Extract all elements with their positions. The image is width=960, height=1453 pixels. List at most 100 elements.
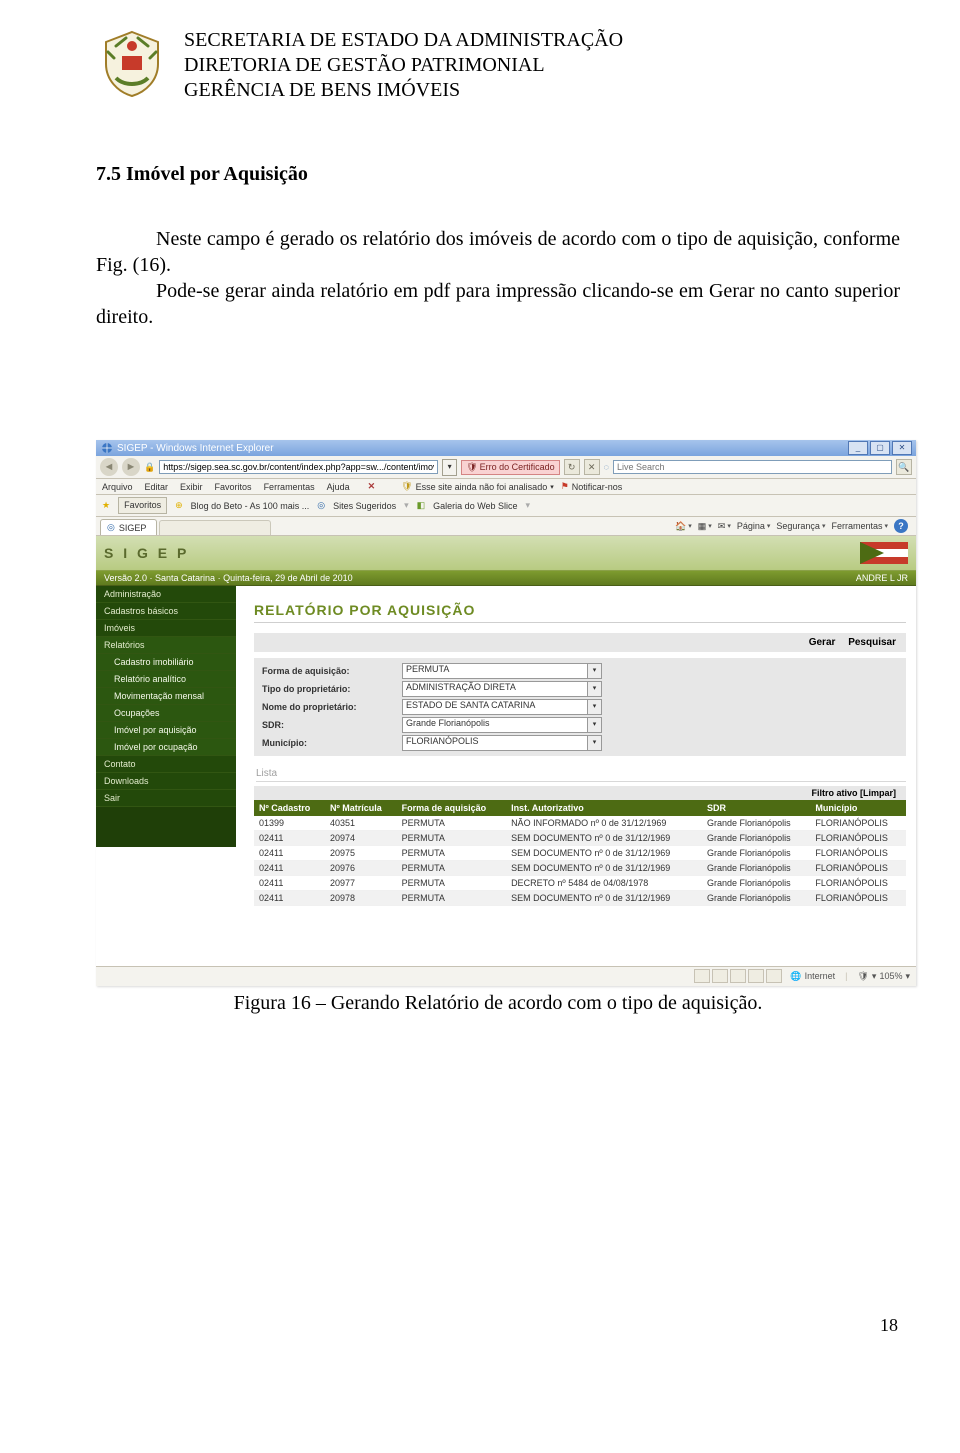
col-header[interactable]: Forma de aquisição — [397, 800, 506, 816]
minimize-button[interactable]: _ — [848, 441, 868, 455]
url-input[interactable] — [159, 460, 438, 474]
search-go-button[interactable]: 🔍 — [896, 459, 912, 475]
table-row[interactable]: 0241120976PERMUTASEM DOCUMENTO nº 0 de 3… — [254, 861, 906, 876]
sidebar-subitem[interactable]: Imóvel por ocupação — [96, 739, 236, 756]
state-crest-icon — [96, 28, 168, 100]
form-label: Nome do proprietário: — [262, 702, 402, 712]
new-tab-slot[interactable] — [159, 520, 271, 535]
ie-menu-item[interactable]: Ajuda — [327, 482, 350, 492]
browser-tab[interactable]: ◎ SIGEP — [100, 519, 157, 535]
forward-button[interactable]: ► — [122, 458, 140, 476]
forma-select[interactable]: PERMUTA▾ — [402, 663, 602, 679]
sidebar-item[interactable]: Sair — [96, 790, 236, 807]
filter-form: Forma de aquisição: PERMUTA▾ Tipo do pro… — [254, 658, 906, 756]
table-cell: FLORIANÓPOLIS — [810, 861, 906, 876]
ie-menu-item[interactable]: Editar — [145, 482, 169, 492]
ie-menu-item[interactable]: Exibir — [180, 482, 203, 492]
gerar-button[interactable]: Gerar — [809, 637, 836, 648]
pesquisar-button[interactable]: Pesquisar — [848, 637, 896, 648]
letterhead-line2: DIRETORIA DE GESTÃO PATRIMONIAL — [184, 53, 623, 78]
table-row[interactable]: 0241120975PERMUTASEM DOCUMENTO nº 0 de 3… — [254, 846, 906, 861]
security-menu[interactable]: Segurança▾ — [776, 521, 825, 531]
table-cell: 01399 — [254, 816, 325, 831]
security-notify-link[interactable]: Notificar-nos — [572, 482, 623, 492]
table-row[interactable]: 0241120974PERMUTASEM DOCUMENTO nº 0 de 3… — [254, 831, 906, 846]
sidebar-item[interactable]: Cadastros básicos — [96, 603, 236, 620]
chevron-down-icon: ▾ — [587, 682, 601, 696]
help-button[interactable]: ? — [894, 519, 908, 533]
ie-tab-row: ◎ SIGEP 🏠▾ ▦▾ ✉▾ Página▾ Segurança▾ Ferr… — [96, 517, 916, 536]
security-warn-text: Esse site ainda não foi analisado — [416, 482, 548, 492]
zoom-value: 105% — [879, 971, 902, 981]
col-header[interactable]: Inst. Autorizativo — [506, 800, 702, 816]
cert-error-badge[interactable]: 🛡 Erro do Certificado — [461, 460, 559, 475]
table-cell: 02411 — [254, 846, 325, 861]
ie-menu-item[interactable]: Favoritos — [215, 482, 252, 492]
favorites-star-icon: ★ — [102, 500, 110, 511]
ie-search-input[interactable] — [613, 460, 892, 474]
table-cell: 02411 — [254, 891, 325, 906]
bing-icon: ◌ — [604, 462, 609, 472]
add-favorite-icon[interactable]: ⊕ — [175, 500, 183, 511]
shield-error-icon: 🛡 — [466, 462, 477, 473]
page-menu[interactable]: Página▾ — [737, 521, 771, 531]
back-button[interactable]: ◄ — [100, 458, 118, 476]
sidebar-item[interactable]: Contato — [96, 756, 236, 773]
table-cell: PERMUTA — [397, 816, 506, 831]
sidebar-item[interactable]: Downloads — [96, 773, 236, 790]
form-label: Tipo do proprietário: — [262, 684, 402, 694]
nome-select[interactable]: ESTADO DE SANTA CATARINA▾ — [402, 699, 602, 715]
table-row[interactable]: 0241120978PERMUTASEM DOCUMENTO nº 0 de 3… — [254, 891, 906, 906]
chevron-down-icon: ▾ — [587, 664, 601, 678]
table-cell: FLORIANÓPOLIS — [810, 891, 906, 906]
table-cell: Grande Florianópolis — [702, 861, 810, 876]
table-row[interactable]: 0139940351PERMUTANÃO INFORMADO nº 0 de 3… — [254, 816, 906, 831]
menu-close-icon[interactable]: ✕ — [368, 481, 376, 492]
sidebar-subitem[interactable]: Cadastro imobiliário — [96, 654, 236, 671]
ie-status-bar: 🌐 Internet | 🛡 ▾ 105% ▾ — [96, 966, 916, 986]
form-label: SDR: — [262, 720, 402, 730]
url-dropdown[interactable]: ▾ — [442, 459, 457, 476]
col-header[interactable]: Nº Cadastro — [254, 800, 325, 816]
sidebar-subitem[interactable]: Movimentação mensal — [96, 688, 236, 705]
ie-menu-item[interactable]: Ferramentas — [264, 482, 315, 492]
sidebar-item[interactable]: Imóveis — [96, 620, 236, 637]
figure-caption: Figura 16 – Gerando Relatório de acordo … — [96, 992, 900, 1015]
zoom-control[interactable]: 🛡 ▾ 105% ▾ — [857, 971, 910, 982]
chevron-down-icon[interactable]: ▾ — [550, 483, 554, 491]
table-cell: Grande Florianópolis — [702, 816, 810, 831]
col-header[interactable]: Município — [810, 800, 906, 816]
close-button[interactable]: ✕ — [892, 441, 912, 455]
table-row[interactable]: 0241120977PERMUTADECRETO nº 5484 de 04/0… — [254, 876, 906, 891]
refresh-button[interactable]: ↻ — [564, 459, 580, 475]
filter-clear-link[interactable]: Filtro ativo [Limpar] — [811, 788, 896, 798]
sidebar-item[interactable]: Administração — [96, 586, 236, 603]
sidebar-item-relatorios[interactable]: Relatórios — [96, 637, 236, 654]
sidebar-subitem-selected[interactable]: Imóvel por aquisição — [96, 722, 236, 739]
table-cell: PERMUTA — [397, 846, 506, 861]
stop-button[interactable]: ✕ — [584, 459, 600, 475]
favorites-link[interactable]: Blog do Beto - As 100 mais ... — [191, 501, 310, 511]
sdr-select[interactable]: Grande Florianópolis▾ — [402, 717, 602, 733]
tools-menu[interactable]: Ferramentas▾ — [831, 521, 888, 531]
favorites-button[interactable]: Favoritos — [118, 497, 167, 514]
table-cell: FLORIANÓPOLIS — [810, 816, 906, 831]
sidebar-subitem[interactable]: Relatório analítico — [96, 671, 236, 688]
app-logo: S I G E P — [104, 545, 189, 561]
favorites-link[interactable]: Sites Sugeridos — [333, 501, 396, 511]
col-header[interactable]: SDR — [702, 800, 810, 816]
municipio-select[interactable]: FLORIANÓPOLIS▾ — [402, 735, 602, 751]
sidebar-subitem[interactable]: Ocupações — [96, 705, 236, 722]
maximize-button[interactable]: ▢ — [870, 441, 890, 455]
tipo-select[interactable]: ADMINISTRAÇÃO DIRETA▾ — [402, 681, 602, 697]
col-header[interactable]: Nº Matrícula — [325, 800, 397, 816]
feeds-button[interactable]: ▦▾ — [698, 521, 712, 532]
home-button[interactable]: 🏠▾ — [675, 521, 692, 532]
mail-button[interactable]: ✉▾ — [718, 521, 731, 532]
favorites-link[interactable]: Galeria do Web Slice — [433, 501, 517, 511]
body-text: Neste campo é gerado os relatório dos im… — [96, 226, 900, 330]
letterhead-line1: SECRETARIA DE ESTADO DA ADMINISTRAÇÃO — [184, 28, 623, 53]
chevron-down-icon: ▾ — [587, 718, 601, 732]
ie-menu-item[interactable]: Arquivo — [102, 482, 133, 492]
ie-favorites-bar: ★ Favoritos ⊕ Blog do Beto - As 100 mais… — [96, 495, 916, 517]
